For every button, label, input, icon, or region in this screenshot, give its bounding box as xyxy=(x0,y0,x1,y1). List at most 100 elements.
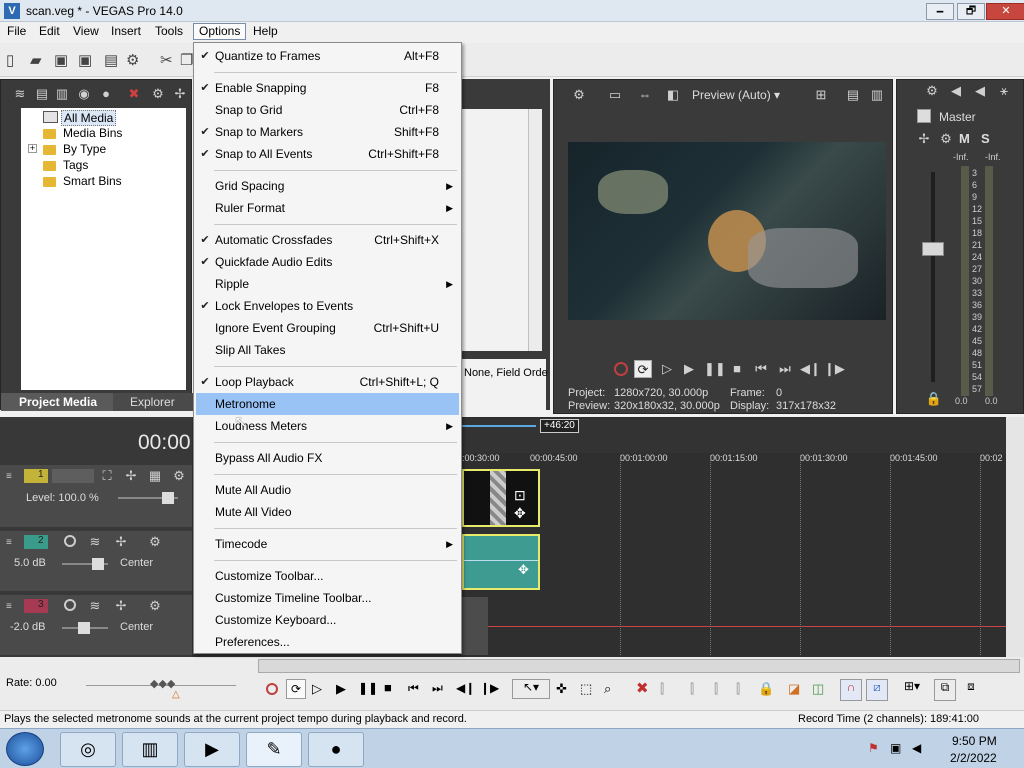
event-crop-icon[interactable]: ⊡ xyxy=(514,487,526,504)
menu-item-loop-playback[interactable]: ✔ Loop Playback Ctrl+Shift+L; Q xyxy=(196,371,459,393)
menu-item-snap-to-all-events[interactable]: ✔ Snap to All Events Ctrl+Shift+F8 xyxy=(196,143,459,165)
marker-icon[interactable]: ◪ xyxy=(788,681,800,697)
menu-edit[interactable]: Edit xyxy=(34,23,65,40)
next-frame-icon[interactable]: ❙▶ xyxy=(824,360,845,378)
event-fx-icon[interactable]: ✥ xyxy=(514,505,526,522)
grid-overlay-icon[interactable]: ⊞ xyxy=(812,86,830,104)
firefox-taskbar-icon[interactable]: ● xyxy=(308,732,364,767)
open-icon[interactable]: ▰ xyxy=(30,51,42,69)
menu-item-snap-to-markers[interactable]: ✔ Snap to Markers Shift+F8 xyxy=(196,121,459,143)
trim-icon[interactable]: ⫿ xyxy=(660,681,664,697)
media-list-scrollbar[interactable] xyxy=(528,109,542,351)
pause-icon[interactable]: ❚❚ xyxy=(704,360,726,378)
track-fx-icon[interactable]: ⚙ xyxy=(146,533,164,551)
clock-time[interactable]: 9:50 PM xyxy=(952,734,997,748)
new-project-icon[interactable]: ▯ xyxy=(6,51,14,69)
track-3-clip[interactable] xyxy=(462,597,488,655)
master-select-icon[interactable] xyxy=(917,109,931,123)
tab-project-media[interactable]: Project Media xyxy=(1,393,113,411)
selection-tool-icon[interactable]: ⬚ xyxy=(580,681,592,697)
cut-icon[interactable]: ✂ xyxy=(160,51,173,69)
region-icon[interactable]: ◫ xyxy=(812,681,824,697)
go-to-start-icon[interactable]: ⏮ xyxy=(752,360,770,378)
track-3-envelope[interactable] xyxy=(488,626,1006,627)
file-explorer-taskbar-icon[interactable]: ▥ xyxy=(122,732,178,767)
master-fx2-icon[interactable]: ⚙ xyxy=(937,130,955,148)
menu-item-automatic-crossfades[interactable]: ✔ Automatic Crossfades Ctrl+Shift+X xyxy=(196,229,459,251)
menu-insert[interactable]: Insert xyxy=(106,23,146,40)
tree-item-media-bins[interactable]: Media Bins xyxy=(63,126,122,140)
timeline-ruler[interactable]: +46:20 00:00:30:00 00:00:45:00 00:01:00:… xyxy=(452,419,1008,463)
compositing-icon[interactable]: ⛶ xyxy=(98,467,116,485)
prev-frame-icon[interactable]: ◀❙ xyxy=(800,360,821,378)
next-frame-icon[interactable]: ❙▶ xyxy=(480,681,499,695)
tree-item-by-type[interactable]: By Type xyxy=(63,142,106,156)
start-button[interactable] xyxy=(6,732,44,766)
remove-icon[interactable]: ✖ xyxy=(125,85,143,103)
play-icon[interactable]: ▶ xyxy=(336,681,346,697)
arm-record-icon[interactable] xyxy=(64,535,76,547)
track-1-level-thumb[interactable] xyxy=(162,492,174,504)
go-to-end-icon[interactable]: ⏭ xyxy=(776,360,794,378)
track-fx-icon[interactable]: ⚙ xyxy=(146,597,164,615)
timeline-horizontal-scrollbar[interactable] xyxy=(258,659,1020,673)
record-icon[interactable] xyxy=(614,362,628,376)
envelope-tool-icon[interactable]: ✜ xyxy=(556,681,567,697)
track-menu-icon[interactable]: ≡ xyxy=(6,601,12,612)
menu-view[interactable]: View xyxy=(68,23,104,40)
timeline-vertical-scrollbar[interactable] xyxy=(1006,417,1024,657)
play-icon[interactable]: ▶ xyxy=(680,360,698,378)
minimize-button[interactable]: 🗕 xyxy=(926,3,954,20)
menu-file[interactable]: File xyxy=(2,23,31,40)
menu-item-customize-keyboard[interactable]: Customize Keyboard... xyxy=(196,609,459,631)
capture-icon[interactable]: ▤ xyxy=(33,85,51,103)
save-as-icon[interactable]: ▣ xyxy=(78,51,92,69)
track-1-number[interactable]: 1 xyxy=(24,469,48,483)
lock-envelope-icon[interactable]: ⧉ xyxy=(934,679,956,701)
trim-start-icon[interactable]: ⫿ xyxy=(690,681,694,697)
go-to-end-icon[interactable]: ⏭ xyxy=(432,681,443,696)
invert-phase-icon[interactable]: ≋ xyxy=(86,597,104,615)
save-icon[interactable]: ▣ xyxy=(54,51,68,69)
menu-item-bypass-all-audio-fx[interactable]: Bypass All Audio FX xyxy=(196,447,459,469)
tab-explorer[interactable]: Explorer xyxy=(130,395,175,409)
menu-item-timecode[interactable]: Timecode ▶ xyxy=(196,533,459,555)
pause-icon[interactable]: ❚❚ xyxy=(358,681,378,695)
record-icon[interactable] xyxy=(266,683,278,695)
pin-icon[interactable]: ✢ xyxy=(171,85,189,103)
edit-tool-dropdown[interactable]: ↖▾ xyxy=(512,679,550,699)
preview-settings-icon[interactable]: ⚙ xyxy=(570,86,588,104)
overlay-icon[interactable]: ◧ xyxy=(664,86,682,104)
media-player-taskbar-icon[interactable]: ▶ xyxy=(184,732,240,767)
downmix-icon[interactable]: ◀ xyxy=(971,82,989,100)
menu-item-lock-envelopes-to-events[interactable]: ✔ Lock Envelopes to Events xyxy=(196,295,459,317)
lock-icon[interactable]: 🔒 xyxy=(758,681,774,697)
menu-item-preferences[interactable]: Preferences... xyxy=(196,631,459,653)
vegas-taskbar-icon[interactable]: ✎ xyxy=(246,732,302,767)
stop-icon[interactable]: ■ xyxy=(384,680,392,695)
master-fader-thumb[interactable] xyxy=(922,242,944,256)
menu-item-customize-toolbar[interactable]: Customize Toolbar... xyxy=(196,565,459,587)
properties-icon[interactable]: ⚙ xyxy=(126,51,139,69)
menu-options[interactable]: Options xyxy=(193,23,247,40)
external-monitor-icon[interactable]: ▭ xyxy=(606,86,624,104)
menu-tools[interactable]: Tools xyxy=(150,23,188,40)
render-icon[interactable]: ▤ xyxy=(104,51,118,69)
master-mute-button[interactable]: M xyxy=(959,131,970,146)
web-icon[interactable]: ● xyxy=(97,85,115,103)
copy-snapshot-icon[interactable]: ▤ xyxy=(844,86,862,104)
tree-item-smart-bins[interactable]: Smart Bins xyxy=(63,174,122,188)
play-from-start-icon[interactable]: ▷ xyxy=(312,681,322,697)
pan-icon[interactable]: ✢ xyxy=(112,533,130,551)
menu-item-mute-all-video[interactable]: Mute All Video xyxy=(196,501,459,523)
flag-icon[interactable]: ⚑ xyxy=(868,741,879,755)
pan-crop-icon[interactable]: ▦ xyxy=(146,467,164,485)
network-icon[interactable]: ▣ xyxy=(890,741,901,755)
save-snapshot-icon[interactable]: ▥ xyxy=(868,86,886,104)
track-3-number[interactable]: 3 xyxy=(24,599,48,613)
prev-frame-icon[interactable]: ◀❙ xyxy=(456,681,475,695)
menu-item-snap-to-grid[interactable]: Snap to Grid Ctrl+F8 xyxy=(196,99,459,121)
menu-item-slip-all-takes[interactable]: Slip All Takes xyxy=(196,339,459,361)
trim-end-icon[interactable]: ⫿ xyxy=(714,681,718,697)
loop-icon[interactable]: ⟳ xyxy=(286,679,306,699)
